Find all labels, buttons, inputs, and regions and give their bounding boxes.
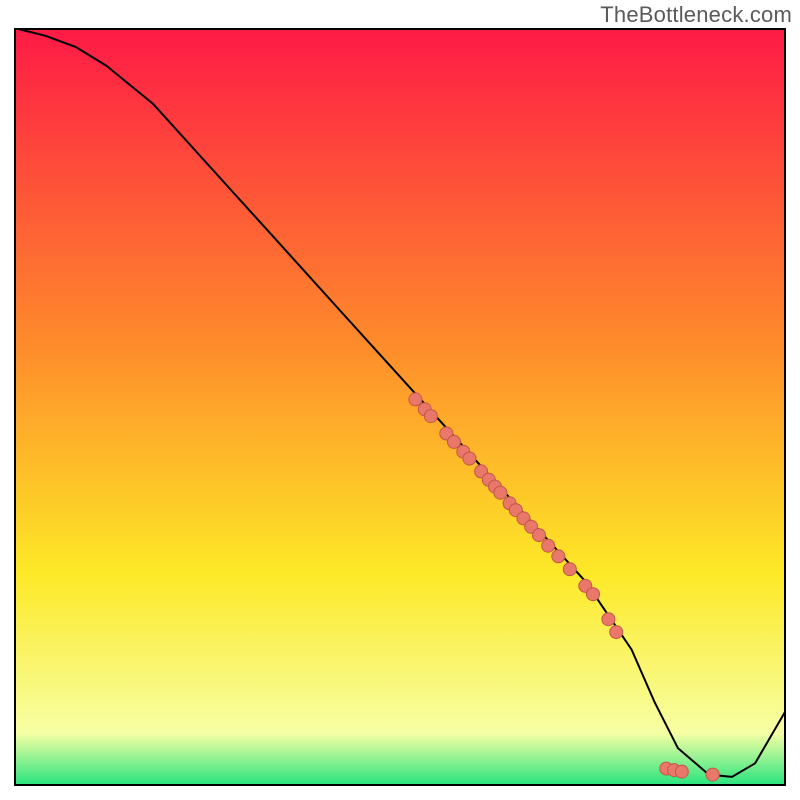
data-point: [542, 539, 555, 552]
data-point: [706, 768, 719, 781]
curve-line: [14, 28, 786, 777]
watermark-text: TheBottleneck.com: [600, 2, 792, 28]
data-point: [675, 765, 688, 778]
data-point: [602, 613, 615, 626]
data-point: [563, 563, 576, 576]
plot-overlay: [14, 28, 786, 786]
data-point: [409, 393, 422, 406]
data-point: [424, 410, 437, 423]
data-point: [587, 588, 600, 601]
plot-area: [14, 28, 786, 786]
data-point: [448, 435, 461, 448]
data-points: [409, 393, 719, 781]
data-point: [494, 486, 507, 499]
data-point: [463, 452, 476, 465]
data-point: [533, 529, 546, 542]
data-point: [610, 626, 623, 639]
chart-stage: TheBottleneck.com: [0, 0, 800, 800]
data-point: [552, 550, 565, 563]
